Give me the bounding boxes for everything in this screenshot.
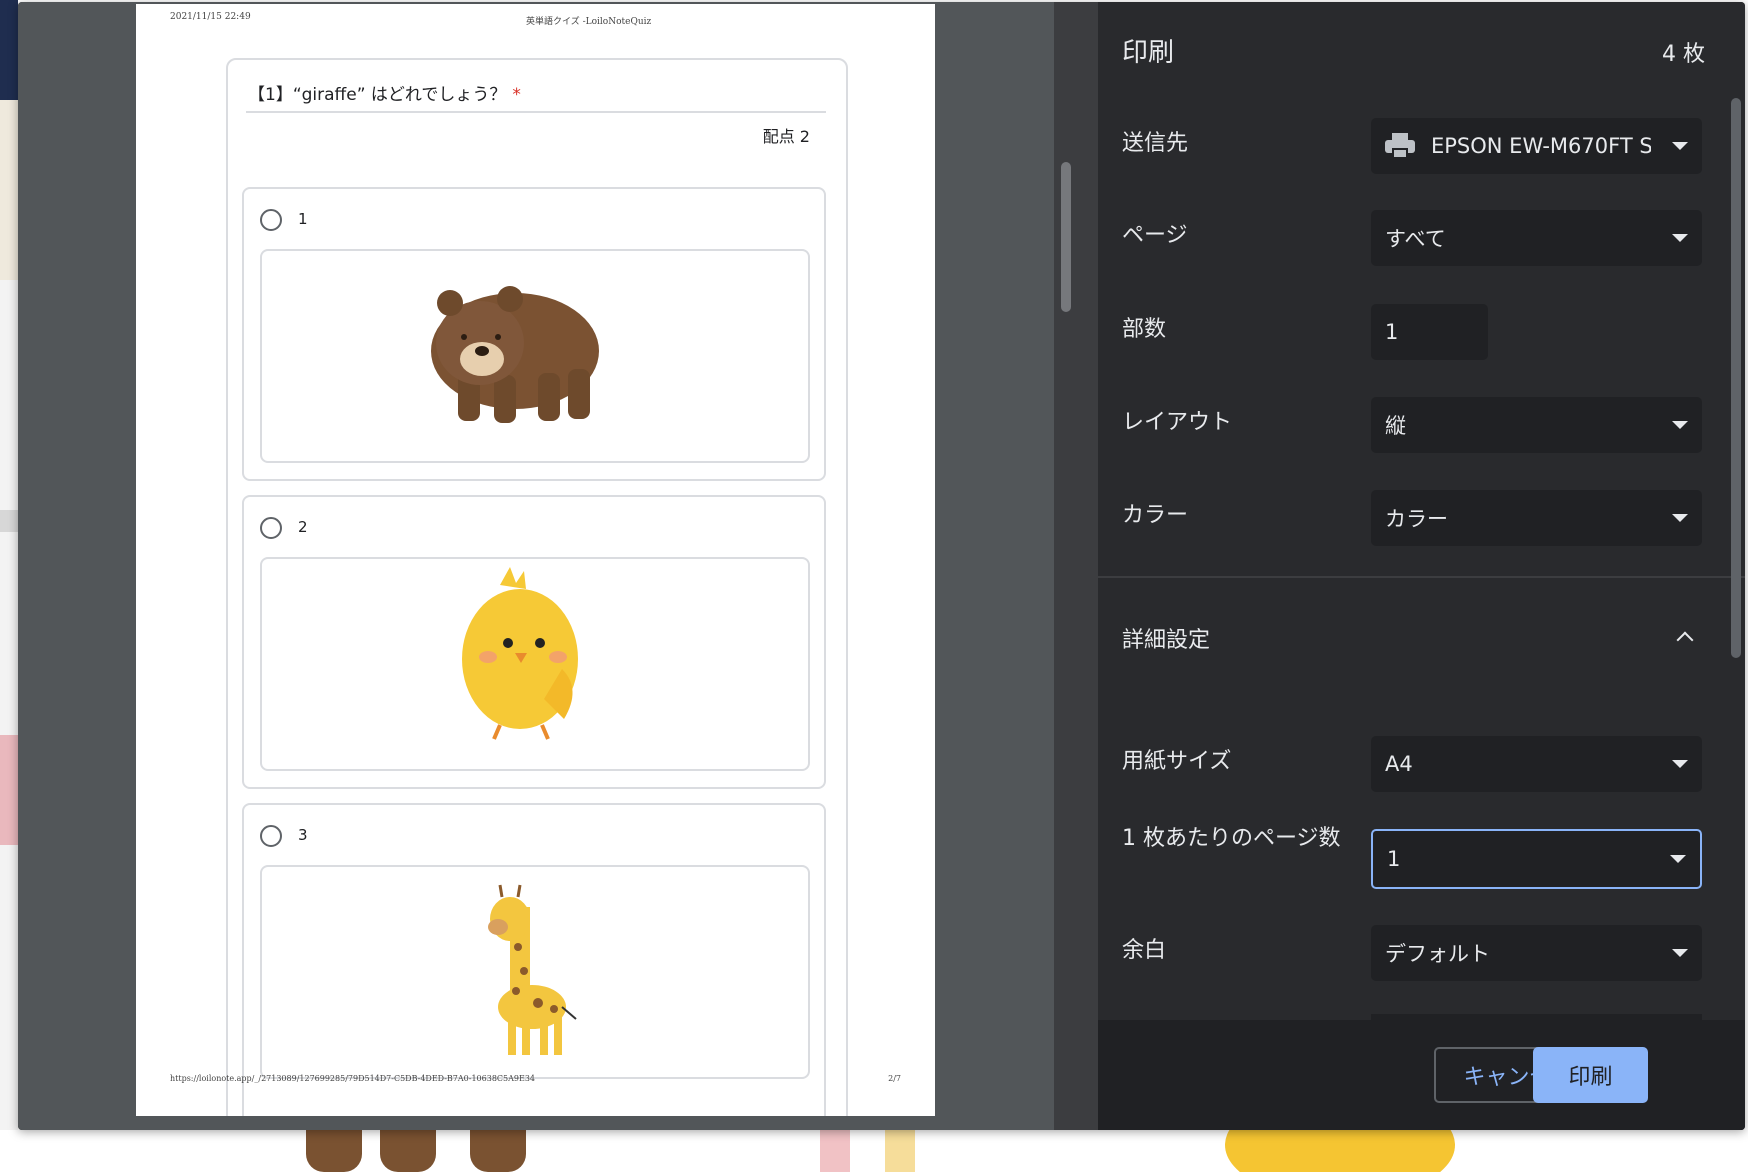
copies-value: 1 [1385,320,1399,344]
preview-scrollbar-thumb[interactable] [1061,162,1071,312]
chick-illustration [260,557,810,771]
dialog-title: 印刷 [1122,38,1175,68]
radio-button-icon [260,825,282,847]
background-page-bottom [0,1130,1748,1172]
chevron-down-icon [1672,142,1688,150]
preview-page: 2021/11/15 22:49 英単語クイズ -LoiloNoteQuiz 【… [136,4,935,1116]
pages-per-sheet-select[interactable]: 1 [1371,829,1702,889]
copies-input[interactable]: 1 [1371,304,1488,360]
pages-per-sheet-label: 1 枚あたりのページ数 [1122,826,1341,851]
question-text: 【1】“giraffe” はどれでしょう？ * [248,80,521,105]
page-header-date: 2021/11/15 22:49 [170,12,251,22]
points-label: 配点 2 [762,127,810,146]
color-label: カラー [1122,503,1189,528]
margins-label: 余白 [1122,938,1167,963]
paper-size-select[interactable]: A4 [1371,736,1702,792]
required-mark: * [512,85,521,105]
page-header-title: 英単語クイズ -LoiloNoteQuiz [526,17,652,27]
option-number: 3 [298,826,308,844]
destination-label: 送信先 [1122,131,1189,156]
chevron-down-icon [1672,949,1688,957]
layout-select[interactable]: 縦 [1371,397,1702,453]
option-card-2: 2 [242,495,826,789]
color-value: カラー [1385,507,1448,531]
pages-select[interactable]: すべて [1371,210,1702,266]
screen: 2021/11/15 22:49 英単語クイズ -LoiloNoteQuiz 【… [0,0,1748,1172]
chevron-down-icon [1672,760,1688,768]
section-divider [1098,576,1745,578]
margins-select[interactable]: デフォルト [1371,925,1702,981]
page-footer-url: https://loilonote.app/_/2713089/12769928… [170,1074,536,1083]
sheet-count: 4 枚 [1662,42,1705,67]
page-footer-number: 2/7 [888,1074,901,1083]
print-preview: 2021/11/15 22:49 英単語クイズ -LoiloNoteQuiz 【… [18,2,1054,1130]
destination-select[interactable]: EPSON EW-M670FT Series [1371,118,1702,174]
chevron-down-icon [1672,514,1688,522]
pages-value: すべて [1385,227,1446,251]
bear-illustration [260,249,810,463]
print-button[interactable]: 印刷 [1533,1047,1648,1103]
advanced-settings-toggle[interactable]: 詳細設定 [1122,623,1210,658]
printer-icon [1385,133,1415,159]
option-card-3: 3 [242,803,826,1116]
copies-label: 部数 [1122,317,1167,342]
paper-size-value: A4 [1385,752,1413,776]
option-number: 1 [298,210,308,228]
radio-button-icon [260,209,282,231]
pages-label: ページ [1122,223,1188,248]
paper-size-label: 用紙サイズ [1122,749,1232,774]
layout-value: 縦 [1385,414,1406,438]
chevron-up-icon[interactable] [1676,631,1694,649]
pages-per-sheet-value: 1 [1387,847,1401,871]
color-select[interactable]: カラー [1371,490,1702,546]
option-number: 2 [298,518,308,536]
option-card-1: 1 [242,187,826,481]
chevron-down-icon [1672,421,1688,429]
chevron-down-icon [1672,234,1688,242]
settings-scrollbar-thumb[interactable] [1731,98,1741,658]
margins-value: デフォルト [1385,942,1490,966]
destination-value: EPSON EW-M670FT Series [1431,134,1651,158]
print-settings-panel: 印刷 4 枚 送信先 EPSON EW-M670FT Series ページ すべ… [1098,2,1745,1130]
giraffe-illustration [260,865,810,1079]
question-label: 【1】“giraffe” はどれでしょう？ [248,85,507,105]
print-dialog: 2021/11/15 22:49 英単語クイズ -LoiloNoteQuiz 【… [18,2,1745,1130]
background-page-edge [0,0,18,1172]
layout-label: レイアウト [1122,410,1233,435]
chevron-down-icon [1670,855,1686,863]
radio-button-icon [260,517,282,539]
question-divider [246,111,826,113]
